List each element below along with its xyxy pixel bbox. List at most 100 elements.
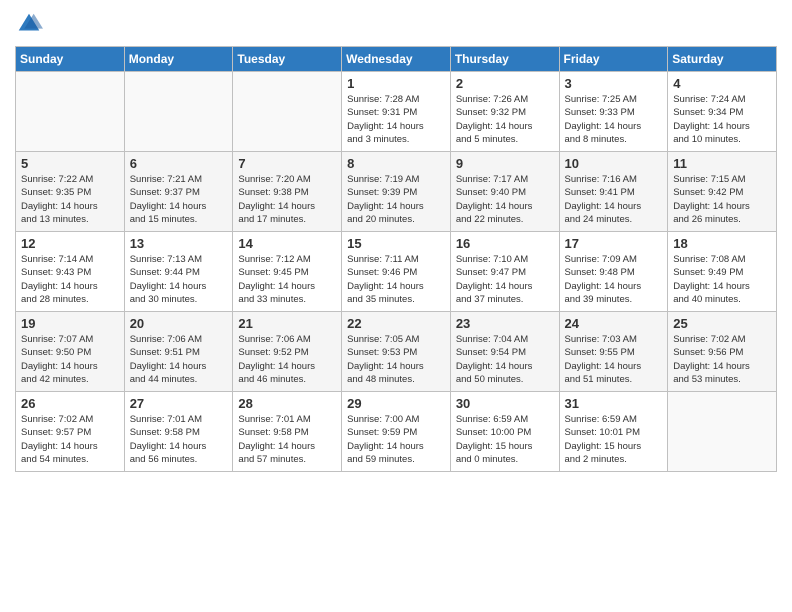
calendar-cell: 15 Sunrise: 7:11 AM Sunset: 9:46 PM Dayli… [342, 232, 451, 312]
day-info: Sunrise: 7:01 AM Sunset: 9:58 PM Dayligh… [130, 413, 228, 466]
day-info: Sunrise: 7:20 AM Sunset: 9:38 PM Dayligh… [238, 173, 336, 226]
day-info: Sunrise: 7:00 AM Sunset: 9:59 PM Dayligh… [347, 413, 445, 466]
day-info: Sunrise: 7:01 AM Sunset: 9:58 PM Dayligh… [238, 413, 336, 466]
calendar-cell: 6Sunrise: 7:21 AM Sunset: 9:37 PM Daylig… [124, 152, 233, 232]
logo-icon [15, 10, 43, 38]
day-info: Sunrise: 7:13 AM Sunset: 9:44 PM Dayligh… [130, 253, 228, 306]
day-info: Sunrise: 7:26 AM Sunset: 9:32 PM Dayligh… [456, 93, 554, 146]
day-number: 2 [456, 76, 554, 91]
week-row-4: 19 Sunrise: 7:07 AM Sunset: 9:50 PM Dayli… [16, 312, 777, 392]
day-number: 17 [565, 236, 663, 251]
calendar-cell: 23 Sunrise: 7:04 AM Sunset: 9:54 PM Dayli… [450, 312, 559, 392]
day-info: Sunrise: 7:06 AM Sunset: 9:51 PM Dayligh… [130, 333, 228, 386]
calendar-cell: 27 Sunrise: 7:01 AM Sunset: 9:58 PM Dayli… [124, 392, 233, 472]
day-number: 20 [130, 316, 228, 331]
day-number: 23 [456, 316, 554, 331]
logo [15, 10, 47, 38]
calendar-cell: 21Sunrise: 7:06 AM Sunset: 9:52 PM Dayli… [233, 312, 342, 392]
calendar-cell: 26 Sunrise: 7:02 AM Sunset: 9:57 PM Dayli… [16, 392, 125, 472]
day-info: Sunrise: 7:14 AM Sunset: 9:43 PM Dayligh… [21, 253, 119, 306]
calendar-cell: 9Sunrise: 7:17 AM Sunset: 9:40 PM Daylig… [450, 152, 559, 232]
day-info: Sunrise: 7:11 AM Sunset: 9:46 PM Dayligh… [347, 253, 445, 306]
weekday-header-wednesday: Wednesday [342, 47, 451, 72]
day-number: 18 [673, 236, 771, 251]
day-number: 5 [21, 156, 119, 171]
day-info: Sunrise: 7:17 AM Sunset: 9:40 PM Dayligh… [456, 173, 554, 226]
day-info: Sunrise: 7:21 AM Sunset: 9:37 PM Dayligh… [130, 173, 228, 226]
day-number: 8 [347, 156, 445, 171]
day-info: Sunrise: 7:09 AM Sunset: 9:48 PM Dayligh… [565, 253, 663, 306]
calendar-cell: 7 Sunrise: 7:20 AM Sunset: 9:38 PM Daylig… [233, 152, 342, 232]
day-number: 31 [565, 396, 663, 411]
calendar-cell: 18 Sunrise: 7:08 AM Sunset: 9:49 PM Dayli… [668, 232, 777, 312]
day-info: Sunrise: 7:04 AM Sunset: 9:54 PM Dayligh… [456, 333, 554, 386]
week-row-1: 1 Sunrise: 7:28 AM Sunset: 9:31 PM Daylig… [16, 72, 777, 152]
day-info: Sunrise: 6:59 AM Sunset: 10:00 PM Daylig… [456, 413, 554, 466]
calendar-cell: 24Sunrise: 7:03 AM Sunset: 9:55 PM Dayli… [559, 312, 668, 392]
calendar-cell: 28 Sunrise: 7:01 AM Sunset: 9:58 PM Dayli… [233, 392, 342, 472]
day-info: Sunrise: 7:02 AM Sunset: 9:57 PM Dayligh… [21, 413, 119, 466]
calendar-cell: 4 Sunrise: 7:24 AM Sunset: 9:34 PM Daylig… [668, 72, 777, 152]
day-info: Sunrise: 7:19 AM Sunset: 9:39 PM Dayligh… [347, 173, 445, 226]
day-info: Sunrise: 7:28 AM Sunset: 9:31 PM Dayligh… [347, 93, 445, 146]
calendar-table: SundayMondayTuesdayWednesdayThursdayFrid… [15, 46, 777, 472]
calendar-cell: 20 Sunrise: 7:06 AM Sunset: 9:51 PM Dayli… [124, 312, 233, 392]
day-number: 15 [347, 236, 445, 251]
week-row-5: 26 Sunrise: 7:02 AM Sunset: 9:57 PM Dayli… [16, 392, 777, 472]
day-number: 14 [238, 236, 336, 251]
day-number: 30 [456, 396, 554, 411]
calendar-cell [16, 72, 125, 152]
day-info: Sunrise: 7:16 AM Sunset: 9:41 PM Dayligh… [565, 173, 663, 226]
day-info: Sunrise: 7:24 AM Sunset: 9:34 PM Dayligh… [673, 93, 771, 146]
calendar-cell: 22Sunrise: 7:05 AM Sunset: 9:53 PM Dayli… [342, 312, 451, 392]
day-number: 19 [21, 316, 119, 331]
calendar-cell: 29Sunrise: 7:00 AM Sunset: 9:59 PM Dayli… [342, 392, 451, 472]
calendar-cell: 13 Sunrise: 7:13 AM Sunset: 9:44 PM Dayli… [124, 232, 233, 312]
day-info: Sunrise: 7:07 AM Sunset: 9:50 PM Dayligh… [21, 333, 119, 386]
calendar-cell [233, 72, 342, 152]
calendar-cell [124, 72, 233, 152]
page-container: SundayMondayTuesdayWednesdayThursdayFrid… [0, 0, 792, 487]
calendar-cell: 5Sunrise: 7:22 AM Sunset: 9:35 PM Daylig… [16, 152, 125, 232]
calendar-cell: 30 Sunrise: 6:59 AM Sunset: 10:00 PM Dayl… [450, 392, 559, 472]
calendar-cell: 3 Sunrise: 7:25 AM Sunset: 9:33 PM Daylig… [559, 72, 668, 152]
day-number: 13 [130, 236, 228, 251]
calendar-cell: 10 Sunrise: 7:16 AM Sunset: 9:41 PM Dayli… [559, 152, 668, 232]
calendar-cell: 11Sunrise: 7:15 AM Sunset: 9:42 PM Dayli… [668, 152, 777, 232]
calendar-cell: 16Sunrise: 7:10 AM Sunset: 9:47 PM Dayli… [450, 232, 559, 312]
weekday-header-thursday: Thursday [450, 47, 559, 72]
day-info: Sunrise: 7:25 AM Sunset: 9:33 PM Dayligh… [565, 93, 663, 146]
calendar-cell: 12 Sunrise: 7:14 AM Sunset: 9:43 PM Dayli… [16, 232, 125, 312]
day-number: 16 [456, 236, 554, 251]
weekday-header-friday: Friday [559, 47, 668, 72]
calendar-cell: 25Sunrise: 7:02 AM Sunset: 9:56 PM Dayli… [668, 312, 777, 392]
calendar-cell: 14Sunrise: 7:12 AM Sunset: 9:45 PM Dayli… [233, 232, 342, 312]
weekday-header-saturday: Saturday [668, 47, 777, 72]
weekday-header-row: SundayMondayTuesdayWednesdayThursdayFrid… [16, 47, 777, 72]
day-number: 28 [238, 396, 336, 411]
calendar-cell [668, 392, 777, 472]
day-number: 26 [21, 396, 119, 411]
calendar-cell: 19 Sunrise: 7:07 AM Sunset: 9:50 PM Dayli… [16, 312, 125, 392]
day-number: 27 [130, 396, 228, 411]
day-number: 10 [565, 156, 663, 171]
day-number: 7 [238, 156, 336, 171]
week-row-2: 5Sunrise: 7:22 AM Sunset: 9:35 PM Daylig… [16, 152, 777, 232]
day-number: 3 [565, 76, 663, 91]
calendar-cell: 1 Sunrise: 7:28 AM Sunset: 9:31 PM Daylig… [342, 72, 451, 152]
weekday-header-sunday: Sunday [16, 47, 125, 72]
day-number: 4 [673, 76, 771, 91]
day-number: 11 [673, 156, 771, 171]
calendar-cell: 2 Sunrise: 7:26 AM Sunset: 9:32 PM Daylig… [450, 72, 559, 152]
weekday-header-tuesday: Tuesday [233, 47, 342, 72]
calendar-cell: 8 Sunrise: 7:19 AM Sunset: 9:39 PM Daylig… [342, 152, 451, 232]
day-info: Sunrise: 7:03 AM Sunset: 9:55 PM Dayligh… [565, 333, 663, 386]
header [15, 10, 777, 38]
calendar-cell: 17 Sunrise: 7:09 AM Sunset: 9:48 PM Dayli… [559, 232, 668, 312]
day-info: Sunrise: 7:02 AM Sunset: 9:56 PM Dayligh… [673, 333, 771, 386]
calendar-cell: 31Sunrise: 6:59 AM Sunset: 10:01 PM Dayl… [559, 392, 668, 472]
day-info: Sunrise: 7:08 AM Sunset: 9:49 PM Dayligh… [673, 253, 771, 306]
day-number: 12 [21, 236, 119, 251]
weekday-header-monday: Monday [124, 47, 233, 72]
day-number: 1 [347, 76, 445, 91]
